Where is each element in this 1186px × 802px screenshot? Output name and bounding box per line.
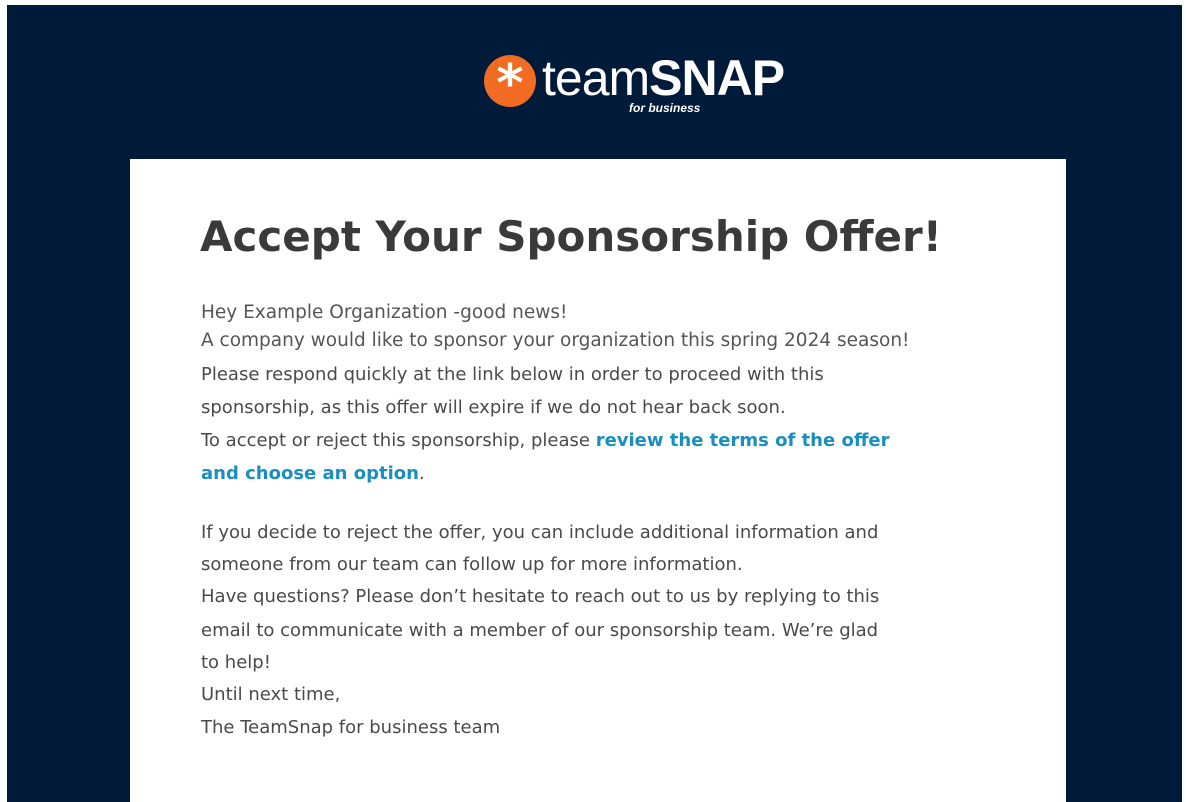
choose-option-link[interactable]: and choose an option [201, 463, 419, 484]
questions-line-3: to help! [201, 652, 271, 673]
sponsor-line: A company would like to sponsor your org… [201, 330, 910, 351]
review-terms-link[interactable]: review the terms of the offer [596, 430, 890, 451]
logo-word-snap: SNAP [649, 50, 785, 106]
asterisk-icon: * [484, 55, 536, 113]
respond-line-1: Please respond quickly at the link below… [201, 364, 824, 385]
accept-line-2: and choose an option. [201, 457, 425, 490]
signature-line: The TeamSnap for business team [201, 717, 501, 738]
logo-tagline: for business [629, 101, 701, 115]
email-title: Accept Your Sponsorship Offer! [200, 212, 942, 261]
accept-line: To accept or reject this sponsorship, pl… [201, 424, 890, 457]
signoff-line: Until next time, [201, 684, 341, 705]
email-card: Accept Your Sponsorship Offer! Hey Examp… [130, 159, 1066, 802]
questions-line-2: email to communicate with a member of ou… [201, 620, 879, 641]
link-suffix: . [418, 463, 425, 484]
accept-line-prefix: To accept or reject this sponsorship, pl… [201, 430, 596, 451]
logo-word-team: team [542, 50, 650, 106]
questions-line-1: Have questions? Please don’t hesitate to… [201, 586, 880, 607]
teamsnap-logo: * teamSNAP for business [484, 49, 785, 119]
reject-line-2: someone from our team can follow up for … [201, 554, 743, 575]
logo-wordmark: teamSNAP [542, 49, 785, 107]
respond-line-2: sponsorship, as this offer will expire i… [201, 397, 786, 418]
reject-line-1: If you decide to reject the offer, you c… [201, 522, 879, 543]
